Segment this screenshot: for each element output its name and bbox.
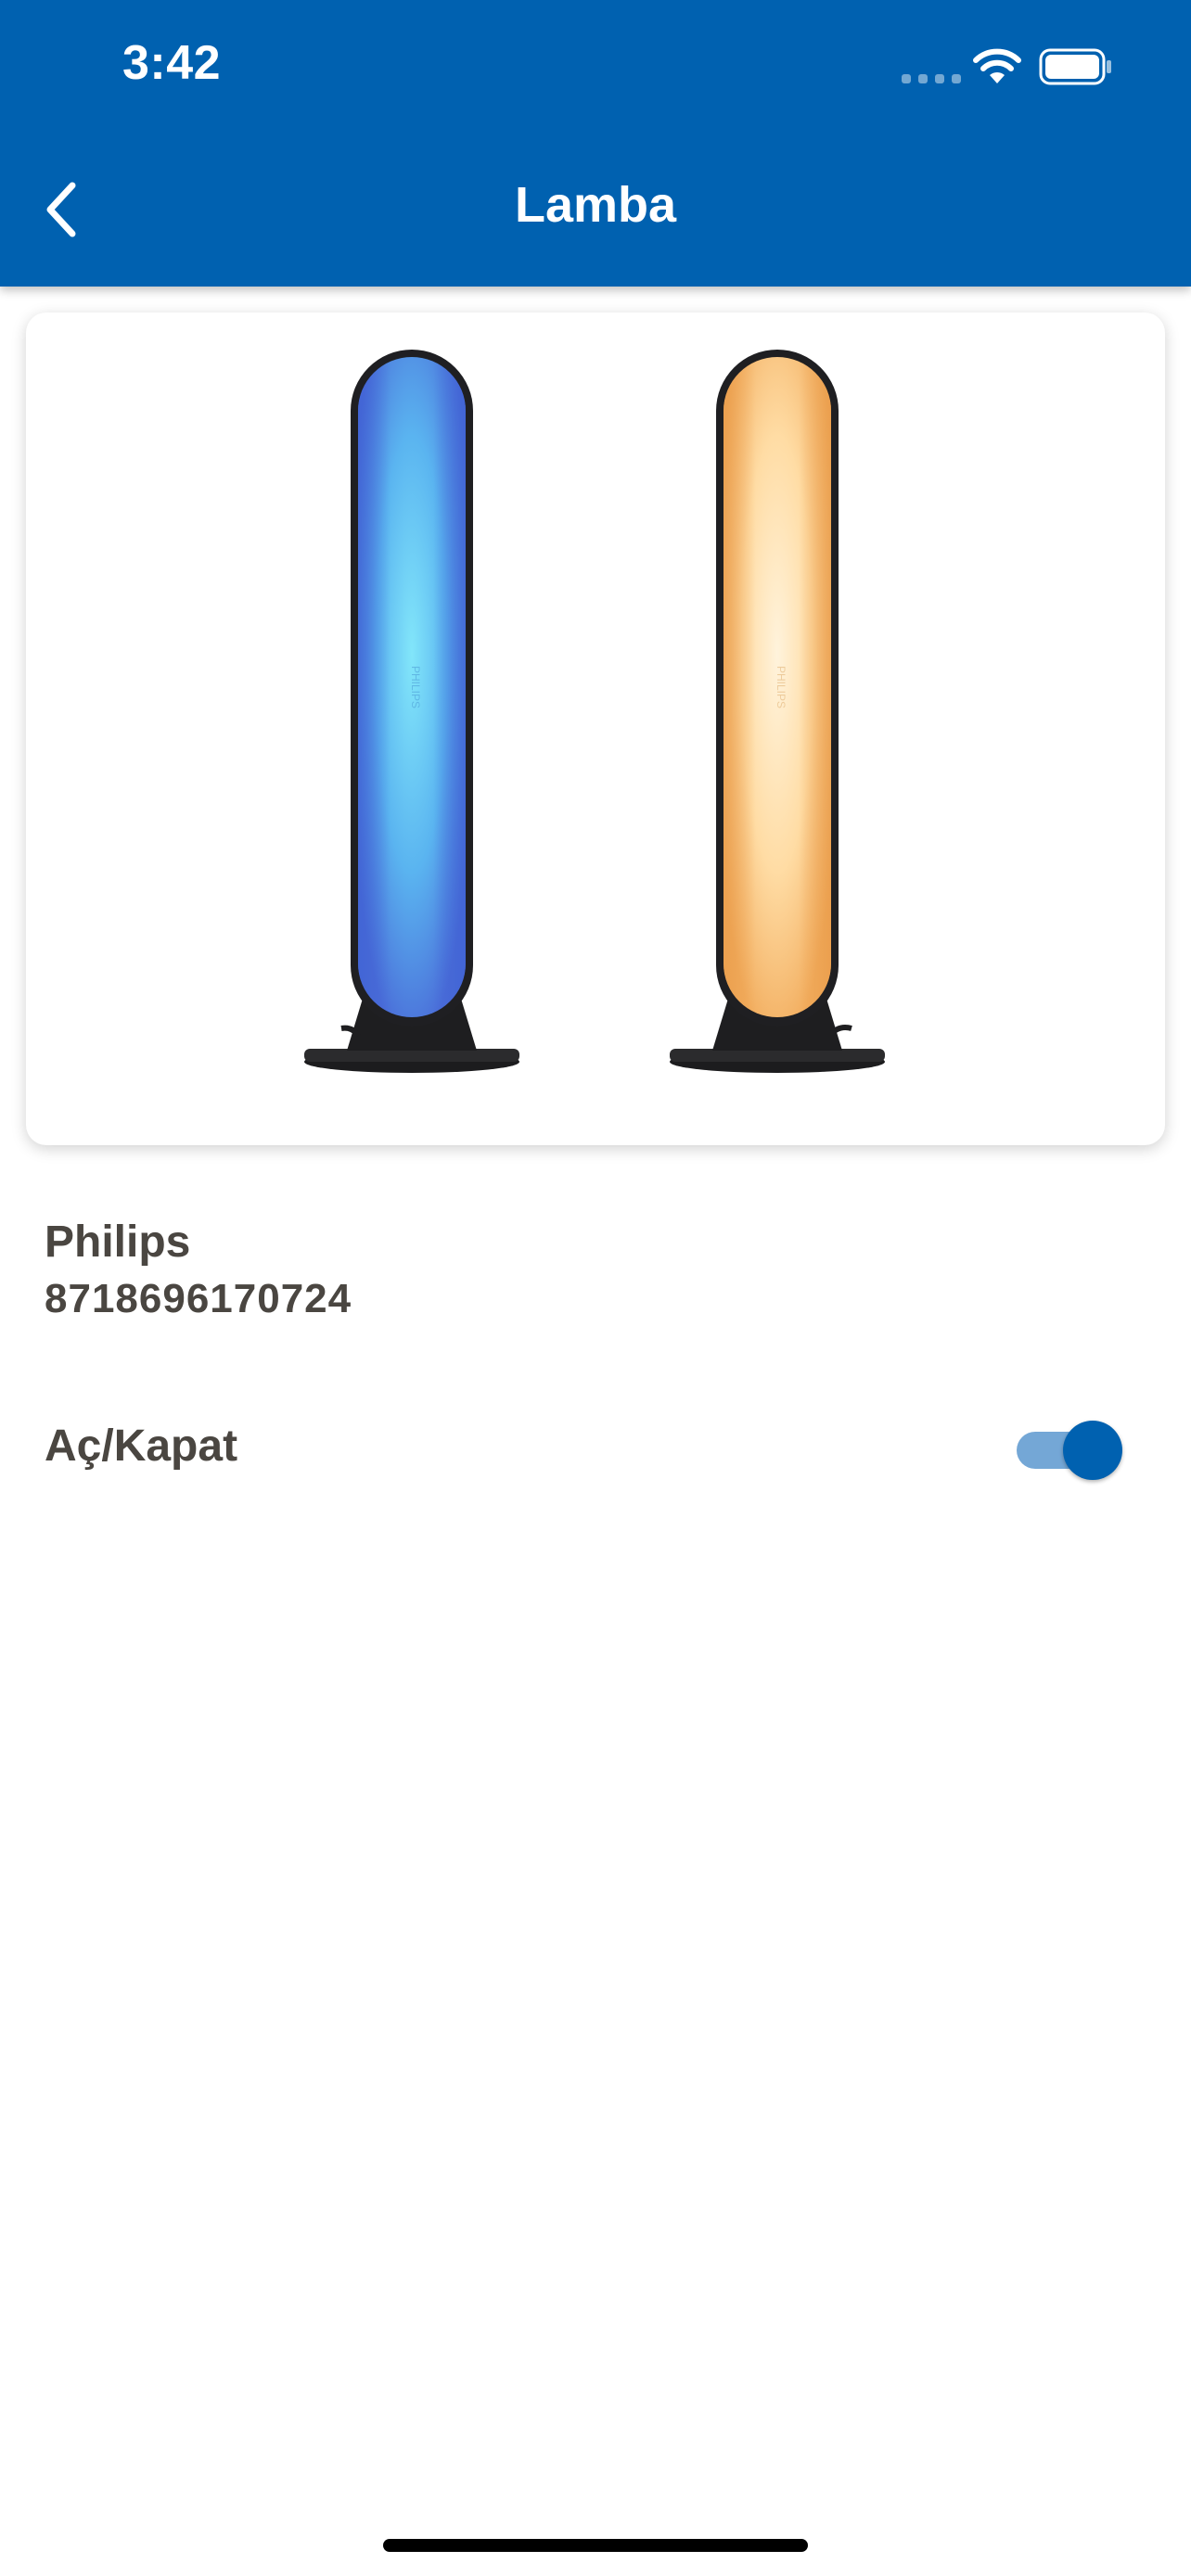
warm-lamp: PHILIPS (670, 350, 885, 1073)
power-toggle-switch[interactable] (1017, 1421, 1122, 1480)
lamp-logo-text: PHILIPS (775, 666, 788, 708)
wifi-icon (973, 48, 1021, 83)
status-time: 3:42 (122, 36, 222, 90)
product-brand: Philips (45, 1218, 191, 1267)
toggle-thumb (1063, 1421, 1122, 1480)
home-indicator[interactable] (383, 2539, 808, 2552)
power-toggle-label: Aç/Kapat (45, 1422, 238, 1471)
blue-lamp: PHILIPS (304, 350, 519, 1073)
battery-icon (1039, 48, 1111, 85)
product-code: 8718696170724 (45, 1276, 352, 1321)
lamp-logo-text: PHILIPS (409, 666, 422, 708)
lamp-pair-image: PHILIPS PHILIPS (304, 350, 885, 1073)
product-image-card: PHILIPS PHILIPS (26, 312, 1165, 1145)
cellular-signal-icon (902, 74, 961, 83)
top-bar: 3:42 Lamba (0, 0, 1191, 287)
page-title: Lamba (514, 177, 677, 233)
